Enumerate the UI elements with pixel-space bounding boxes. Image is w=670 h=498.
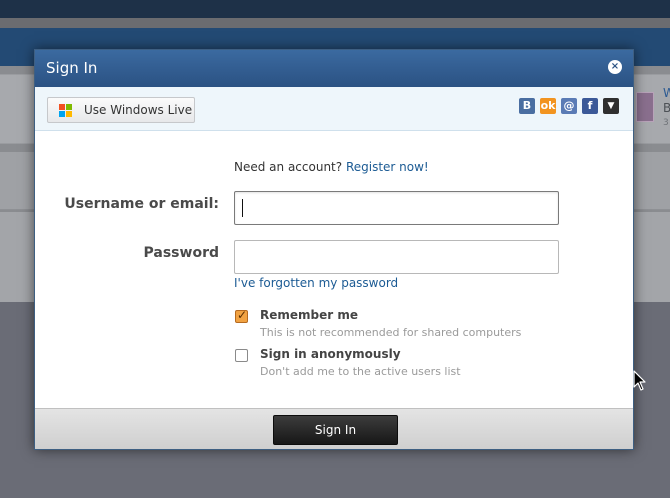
windows-logo-icon [59, 104, 73, 117]
close-button[interactable]: × [608, 60, 622, 74]
background-text: 3 [663, 118, 669, 128]
background-text: B [663, 101, 670, 115]
more-dropdown-icon[interactable]: ▼ [603, 98, 619, 114]
vk-icon[interactable]: B [519, 98, 535, 114]
register-link[interactable]: Register now! [346, 160, 429, 174]
password-label: Password [143, 245, 219, 261]
windows-live-button[interactable]: Use Windows Live [47, 97, 195, 123]
forgot-password-link[interactable]: I've forgotten my password [234, 276, 398, 290]
password-input[interactable] [234, 240, 559, 274]
remember-me-label[interactable]: Remember me [260, 308, 358, 322]
sign-in-dialog: Sign In × Use Windows Live B ok @ f ▼ Ne… [34, 49, 634, 450]
odnoklassniki-icon[interactable]: ok [540, 98, 556, 114]
anonymous-description: Don't add me to the active users list [260, 365, 461, 378]
background-top-bar [0, 0, 670, 18]
username-input[interactable] [234, 191, 559, 225]
dialog-footer: Sign In [35, 408, 633, 449]
mail-icon[interactable]: @ [561, 98, 577, 114]
sign-in-button[interactable]: Sign In [273, 415, 398, 445]
social-login-bar: Use Windows Live B ok @ f ▼ [35, 87, 633, 131]
background-thumbnail [636, 92, 654, 122]
sign-in-form: Need an account? Register now! Username … [35, 132, 633, 408]
remember-me-description: This is not recommended for shared compu… [260, 326, 522, 339]
mouse-pointer-icon [633, 370, 646, 391]
need-account-text: Need an account? [234, 160, 343, 174]
username-label: Username or email: [64, 196, 219, 212]
anonymous-checkbox[interactable] [235, 349, 248, 362]
dialog-title: Sign In [46, 59, 98, 77]
background-strip [0, 18, 670, 28]
windows-live-label: Use Windows Live [84, 103, 193, 117]
facebook-icon[interactable]: f [582, 98, 598, 114]
dialog-titlebar: Sign In × [35, 50, 633, 87]
background-text: W [663, 86, 670, 100]
register-prompt: Need an account? Register now! [234, 160, 429, 174]
anonymous-label[interactable]: Sign in anonymously [260, 347, 401, 361]
remember-me-checkbox[interactable] [235, 308, 248, 323]
text-caret [242, 199, 243, 217]
